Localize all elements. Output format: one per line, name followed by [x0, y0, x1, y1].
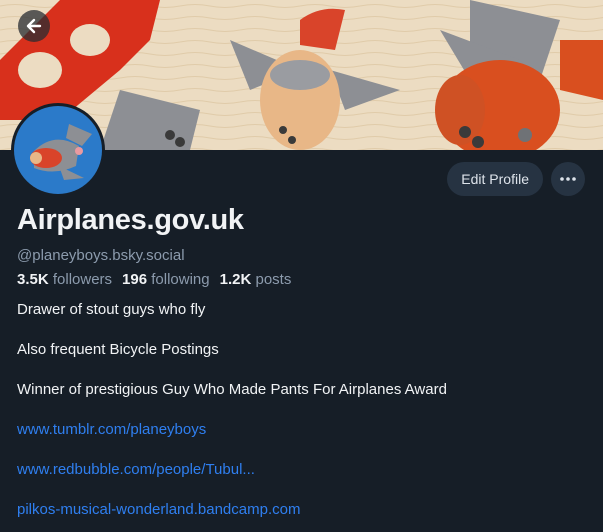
avatar-image [14, 106, 102, 194]
following-link[interactable]: 196 following [122, 271, 210, 288]
followers-link[interactable]: 3.5K followers [17, 271, 112, 288]
profile-stats: 3.5K followers 196 following 1.2K posts [17, 271, 291, 288]
handle: @planeyboys.bsky.social [17, 247, 185, 264]
followers-label: followers [52, 271, 113, 288]
display-name: Airplanes.gov.uk [17, 204, 244, 236]
profile-actions: Edit Profile [447, 162, 585, 196]
bio-line: Winner of prestigious Guy Who Made Pants… [17, 381, 447, 398]
followers-count: 3.5K [17, 271, 49, 288]
edit-profile-button[interactable]: Edit Profile [447, 162, 543, 196]
posts-stat: 1.2K posts [220, 271, 292, 288]
following-count: 196 [122, 271, 148, 288]
back-button[interactable] [18, 10, 50, 42]
link-bandcamp[interactable]: pilkos-musical-wonderland.bandcamp.com [17, 501, 300, 518]
posts-label: posts [255, 271, 292, 288]
ellipsis-icon [560, 177, 576, 181]
arrow-left-icon [26, 18, 42, 34]
link-redbubble[interactable]: www.redbubble.com/people/Tubul... [17, 461, 255, 478]
bio-line: Drawer of stout guys who fly [17, 301, 206, 318]
posts-count: 1.2K [219, 271, 252, 288]
link-tumblr[interactable]: www.tumblr.com/planeyboys [17, 421, 206, 438]
more-options-button[interactable] [551, 162, 585, 196]
bio-line: Also frequent Bicycle Postings [17, 341, 219, 358]
avatar[interactable] [11, 103, 105, 197]
following-label: following [151, 271, 210, 288]
